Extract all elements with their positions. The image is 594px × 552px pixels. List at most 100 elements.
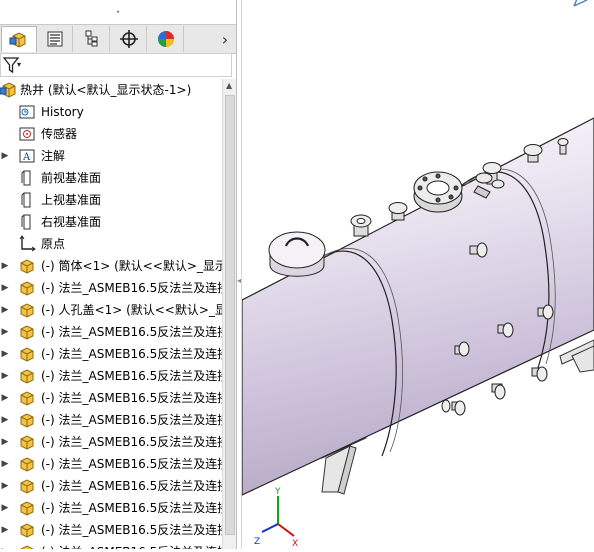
tree-item-label: (-) 法兰_ASMEB16.5反法兰及连接 (41, 501, 222, 515)
display-manager-tab[interactable] (148, 26, 184, 52)
crosshair-icon (119, 30, 138, 48)
expand-arrow-icon[interactable]: ▶ (0, 497, 10, 519)
expand-arrow-icon[interactable]: ▶ (0, 299, 10, 321)
expand-arrow-icon (0, 189, 10, 211)
tree-item-label: (-) 法兰_ASMEB16.5反法兰及连接 (41, 413, 222, 427)
filter-box[interactable]: ▾ (0, 53, 232, 77)
dimxpert-tab[interactable] (111, 26, 147, 52)
tree-item[interactable]: ▶ (-) 法兰_ASMEB16.5反法兰及连接 (0, 475, 222, 497)
tree-root[interactable]: 热井 (默认<默认_显示状态-1>) (0, 79, 222, 101)
part-icon (20, 413, 34, 428)
expand-arrow-icon[interactable]: ▶ (0, 431, 10, 453)
expand-arrow-icon[interactable]: ▶ (0, 145, 10, 167)
tree-item[interactable]: 传感器 (0, 123, 222, 145)
tree-item[interactable]: ▶ (-) 法兰_ASMEB16.5反法兰及连接 (0, 431, 222, 453)
tree-item-label: (-) 筒体<1> (默认<<默认>_显示 (41, 259, 222, 273)
filter-icon[interactable] (3, 57, 25, 75)
plane-icon (21, 192, 31, 208)
tree-item-label: (-) 法兰_ASMEB16.5反法兰及连接 (41, 325, 222, 339)
expand-arrow-icon[interactable]: ▶ (0, 277, 10, 299)
tree-item-label: (-) 法兰_ASMEB16.5反法兰及连接 (41, 479, 222, 493)
manager-tab-bar: › (0, 24, 236, 54)
expand-arrow-icon[interactable]: ▶ (0, 321, 10, 343)
tree-item-label: 前视基准面 (41, 171, 102, 185)
tree-item[interactable]: History (0, 101, 222, 123)
tree-item-label: (-) 法兰_ASMEB16.5反法兰及连接 (41, 523, 222, 537)
tree-scrollbar[interactable]: ▲ (222, 79, 236, 549)
triad-x-label: X (292, 539, 298, 549)
part-icon (20, 501, 34, 516)
tree-item[interactable]: ▶ (-) 法兰_ASMEB16.5反法兰及连接 (0, 497, 222, 519)
part-icon (20, 523, 34, 538)
vessel-shell (241, 117, 594, 496)
tree-item[interactable]: ▶ (-) 筒体<1> (默认<<默认>_显示 (0, 255, 222, 277)
expand-arrow-icon[interactable]: ▶ (0, 387, 10, 409)
graphics-viewport[interactable]: Y X Z (211, 0, 594, 549)
expand-arrow-icon[interactable]: ▶ (0, 343, 10, 365)
expand-arrow-icon (0, 101, 10, 123)
tree-item[interactable]: 原点 (0, 233, 222, 255)
large-nozzle-flange (413, 171, 463, 213)
expand-arrow-icon (0, 167, 10, 189)
tree-item[interactable]: ▶ (-) 法兰_ASMEB16.5反法兰及连接 (0, 277, 222, 299)
configurationmanager-tab[interactable] (74, 26, 110, 52)
tree-item-label: (-) 法兰_ASMEB16.5反法兰及连接 (41, 457, 222, 471)
history-icon (19, 105, 35, 119)
feature-tree: 热井 (默认<默认_显示状态-1>) History 传感器 ▶ A 注解 前视基准面 上视… (0, 79, 222, 549)
expand-arrow-icon[interactable]: ▶ (0, 475, 10, 497)
tree-item[interactable]: ▶ (-) 法兰_ASMEB16.5反法兰及连接 (0, 409, 222, 431)
tree-item[interactable]: 上视基准面 (0, 189, 222, 211)
tree-item-label: (-) 法兰_ASMEB16.5反法兰及连接 (41, 369, 222, 383)
part-icon (20, 369, 34, 384)
scroll-thumb[interactable] (225, 95, 235, 535)
expand-arrow-icon[interactable]: ▶ (0, 365, 10, 387)
scroll-up-arrow[interactable]: ▲ (226, 81, 232, 90)
expand-arrow-icon[interactable]: ▶ (0, 453, 10, 475)
configuration-icon (85, 30, 97, 47)
tree-item[interactable]: ▶ (-) 人孔盖<1> (默认<<默认>_显 (0, 299, 222, 321)
filter-dropdown-arrow[interactable]: ▾ (17, 60, 21, 69)
expand-arrow-icon[interactable]: ▶ (0, 541, 10, 549)
appearance-pie-icon (157, 31, 174, 47)
propertymanager-tab[interactable] (37, 26, 73, 52)
triad-z-label: Z (254, 537, 260, 547)
tree-item-label: 传感器 (41, 127, 78, 141)
plane-icon (21, 214, 31, 230)
tree-item-label: (-) 法兰_ASMEB16.5反法兰及连接 (41, 347, 222, 361)
tree-item[interactable]: ▶ (-) 法兰_ASMEB16.5反法兰及连接 (0, 387, 222, 409)
tree-item[interactable]: ▶ (-) 法兰_ASMEB16.5反法兰及连接 (0, 343, 222, 365)
featuremanager-tab[interactable] (1, 26, 37, 52)
tree-item[interactable]: ▶ A 注解 (0, 145, 222, 167)
view-orientation-arrow (573, 0, 588, 7)
coordinate-triad: Y X Z (254, 487, 298, 549)
expand-arrow-icon (0, 123, 10, 145)
tab-more-arrow[interactable]: › (216, 26, 234, 52)
part-icon (20, 303, 34, 318)
expand-arrow-icon[interactable]: ▶ (0, 519, 10, 541)
feature-tree-icon (9, 31, 26, 48)
tree-item[interactable]: ▶ (-) 法兰_ASMEB16.5反法兰及连接 (0, 365, 222, 387)
tree-item[interactable]: ▶ (-) 法兰_ASMEB16.5反法兰及连接 (0, 453, 222, 475)
tree-item[interactable]: 右视基准面 (0, 211, 222, 233)
plane-icon (21, 170, 31, 186)
support-saddle-right (559, 339, 594, 373)
tree-item-label: 右视基准面 (41, 215, 102, 229)
part-icon (20, 281, 34, 296)
feature-manager-panel: • › ▾ 热井 (默认<默认_显示状态-1>) History 传感器 ▶ A… (0, 0, 236, 549)
annotation-icon: A (19, 149, 35, 163)
tree-item-label: History (41, 105, 84, 119)
expand-arrow-icon[interactable]: ▶ (0, 409, 10, 431)
tree-item[interactable]: ▶ (-) 法兰_ASMEB16.5反法兰及连接 (0, 519, 222, 541)
tree-item[interactable]: ▶ (-) 法兰_ASMEB16.5反法兰及连接 (0, 541, 222, 549)
part-icon (20, 479, 34, 494)
tree-item-label: (-) 法兰_ASMEB16.5反法兰及连接 (41, 541, 222, 549)
part-icon (20, 545, 34, 549)
expand-arrow-icon (0, 233, 10, 255)
filter-bar: ▾ (0, 53, 232, 77)
tree-item[interactable]: 前视基准面 (0, 167, 222, 189)
sensor-icon (19, 127, 35, 141)
expand-arrow-icon[interactable]: ▶ (0, 255, 10, 277)
tree-item[interactable]: ▶ (-) 法兰_ASMEB16.5反法兰及连接 (0, 321, 222, 343)
splitter-grip-arrow[interactable]: ◂ (237, 276, 241, 285)
panel-grip[interactable]: • (0, 6, 236, 20)
